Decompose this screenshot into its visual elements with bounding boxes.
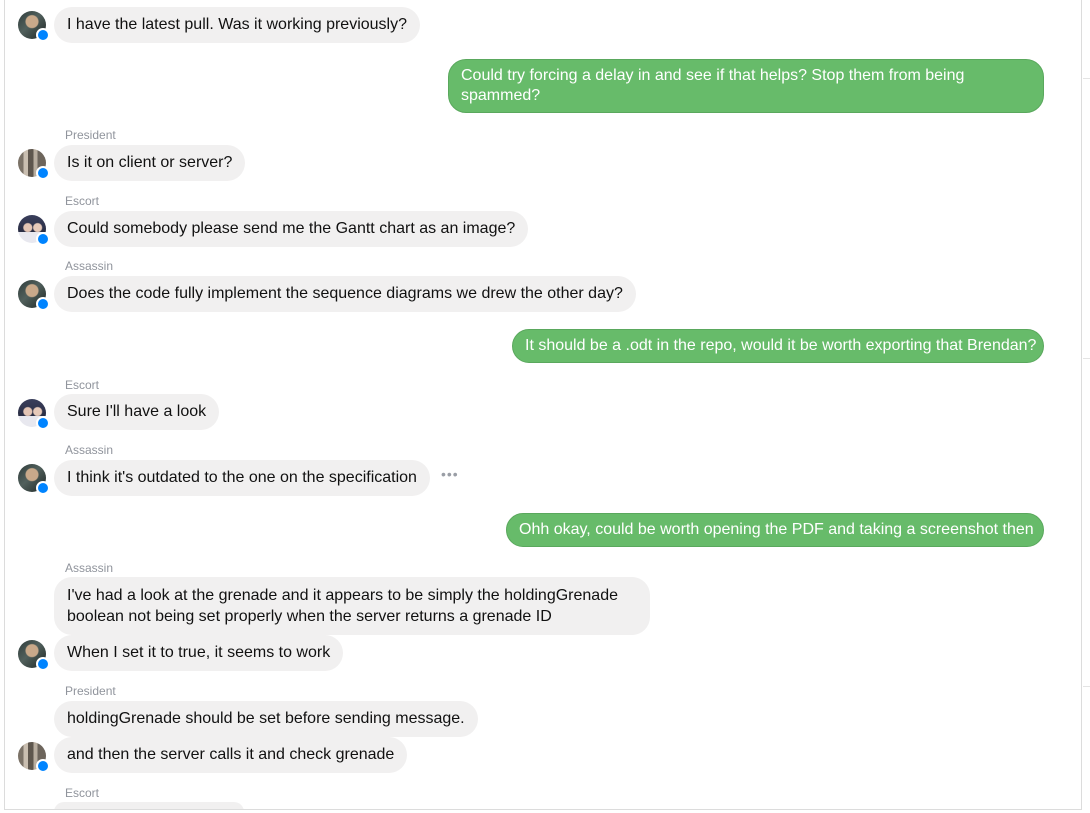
sender-name: Assassin: [65, 0, 113, 2]
divider: [1083, 686, 1090, 687]
sender-name: Escort: [65, 378, 100, 392]
message-bubble-incoming[interactable]: holdingGrenade should be set before send…: [54, 701, 478, 737]
divider: [1083, 78, 1090, 79]
avatar-assassin[interactable]: [18, 11, 50, 42]
avatar-escort[interactable]: [18, 399, 50, 430]
avatar-assassin[interactable]: [18, 464, 50, 495]
sender-name: Assassin: [65, 561, 114, 575]
messenger-badge-icon: [36, 28, 50, 42]
message-bubble-incoming[interactable]: Does the code fully implement the sequen…: [54, 276, 636, 312]
avatar-assassin[interactable]: [18, 280, 50, 311]
more-dots-icon[interactable]: •••: [441, 466, 459, 482]
messenger-badge-icon: [36, 481, 50, 495]
messenger-badge-icon: [36, 232, 50, 246]
message-bubble-incoming[interactable]: Is it on client or server?: [54, 145, 246, 181]
avatar-assassin[interactable]: [18, 640, 50, 671]
message-bubble-incoming[interactable]: Sure I'll have a look: [54, 394, 220, 430]
sender-name: President: [65, 128, 116, 142]
messenger-badge-icon: [36, 297, 50, 311]
message-bubble-incoming[interactable]: I've had a look at the grenade and it ap…: [54, 577, 650, 635]
sender-name: Escort: [65, 194, 100, 208]
message-bubble-incoming[interactable]: I have the latest pull. Was it working p…: [54, 7, 421, 43]
message-bubble-incoming[interactable]: I think it's outdated to the one on the …: [54, 460, 430, 496]
message-bubble-outgoing[interactable]: Ohh okay, could be worth opening the PDF…: [506, 513, 1044, 547]
avatar-president[interactable]: [18, 742, 50, 773]
message-bubble-incoming[interactable]: When I set it to true, it seems to work: [54, 635, 344, 671]
chat-thread: Assassin I have the latest pull. Was it …: [4, 0, 1082, 810]
sender-name: Assassin: [65, 443, 114, 457]
messenger-badge-icon: [36, 657, 50, 671]
messenger-badge-icon: [36, 166, 50, 180]
message-bubble-incoming[interactable]: [54, 802, 244, 809]
message-bubble-incoming[interactable]: and then the server calls it and check g…: [54, 737, 408, 773]
message-bubble-outgoing[interactable]: It should be a .odt in the repo, would i…: [512, 329, 1044, 363]
messenger-badge-icon: [36, 759, 50, 773]
message-bubble-outgoing[interactable]: Could try forcing a delay in and see if …: [448, 59, 1044, 113]
sender-name: President: [65, 684, 116, 698]
divider: [1083, 358, 1090, 359]
avatar-president[interactable]: [18, 149, 50, 180]
sender-name: Escort: [65, 786, 100, 800]
message-bubble-incoming[interactable]: Could somebody please send me the Gantt …: [54, 211, 529, 247]
messenger-badge-icon: [36, 416, 50, 430]
avatar-escort[interactable]: [18, 215, 50, 246]
sender-name: Assassin: [65, 259, 114, 273]
